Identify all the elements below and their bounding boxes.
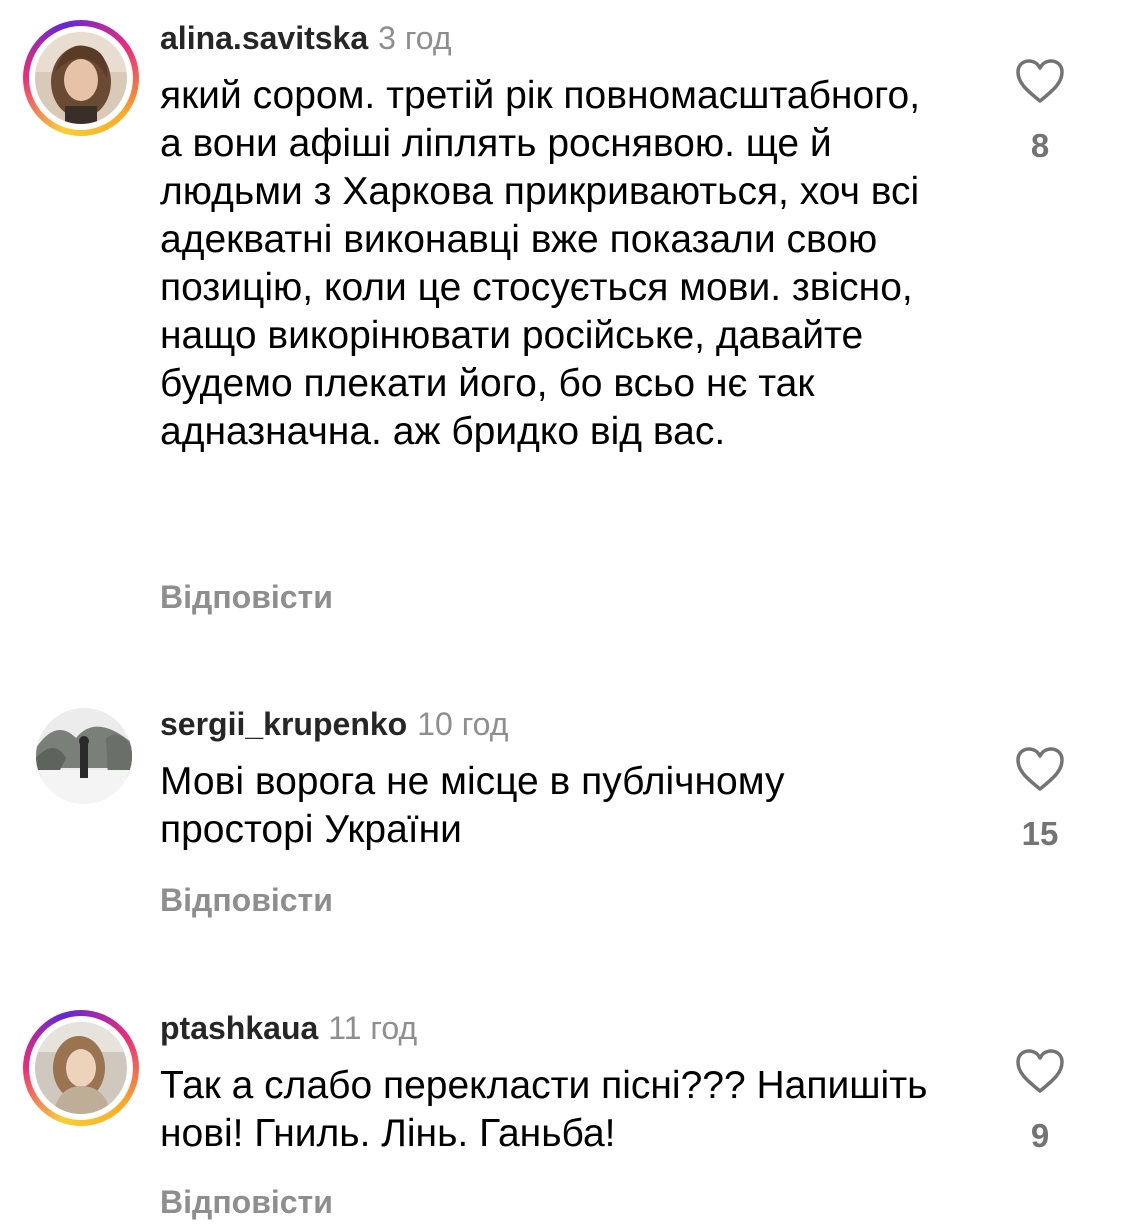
avatar-story-ring[interactable] bbox=[23, 1010, 139, 1126]
avatar[interactable] bbox=[36, 708, 132, 804]
heart-outline-icon[interactable] bbox=[1015, 746, 1065, 792]
avatar-story-ring[interactable] bbox=[23, 20, 139, 136]
comment-username[interactable]: alina.savitska bbox=[160, 20, 368, 56]
avatar bbox=[35, 32, 127, 124]
comment-username[interactable]: sergii_krupenko bbox=[160, 706, 407, 742]
comment-meta: alina.savitska 3 год bbox=[160, 18, 452, 58]
comment-time: 3 год bbox=[378, 20, 452, 56]
like-count: 9 bbox=[1030, 1117, 1050, 1154]
heart-outline-icon[interactable] bbox=[1015, 58, 1065, 104]
comment-item: ptashkaua 11 год Так а слабо перекласти п… bbox=[0, 1000, 1125, 1232]
comment-username[interactable]: ptashkaua bbox=[160, 1010, 318, 1046]
comment-time: 11 год bbox=[328, 1010, 418, 1046]
avatar bbox=[35, 1022, 127, 1114]
like-group: 15 bbox=[1005, 746, 1075, 854]
comment-meta: sergii_krupenko 10 год bbox=[160, 704, 508, 744]
like-group: 8 bbox=[1005, 58, 1075, 166]
comment-text: Так а слабо перекласти пісні??? Напишіть… bbox=[160, 1064, 928, 1155]
comment-text: який сором. третій рік повномасштабного,… bbox=[160, 74, 921, 453]
reply-button[interactable]: Відповісти bbox=[160, 577, 333, 617]
comment-item: sergii_krupenko 10 год Мові ворога не міс… bbox=[0, 700, 1125, 940]
like-group: 9 bbox=[1005, 1048, 1075, 1156]
like-count: 8 bbox=[1030, 127, 1050, 164]
comment-text: Мові ворога не місце в публічному просто… bbox=[160, 760, 785, 851]
like-count: 15 bbox=[1021, 815, 1059, 852]
comment-time: 10 год bbox=[417, 706, 509, 742]
comment-item: alina.savitska 3 год який сором. третій р… bbox=[0, 0, 1125, 640]
comment-meta: ptashkaua 11 год bbox=[160, 1008, 417, 1048]
heart-outline-icon[interactable] bbox=[1015, 1048, 1065, 1094]
reply-button[interactable]: Відповісти bbox=[160, 1182, 333, 1222]
reply-button[interactable]: Відповісти bbox=[160, 880, 333, 920]
